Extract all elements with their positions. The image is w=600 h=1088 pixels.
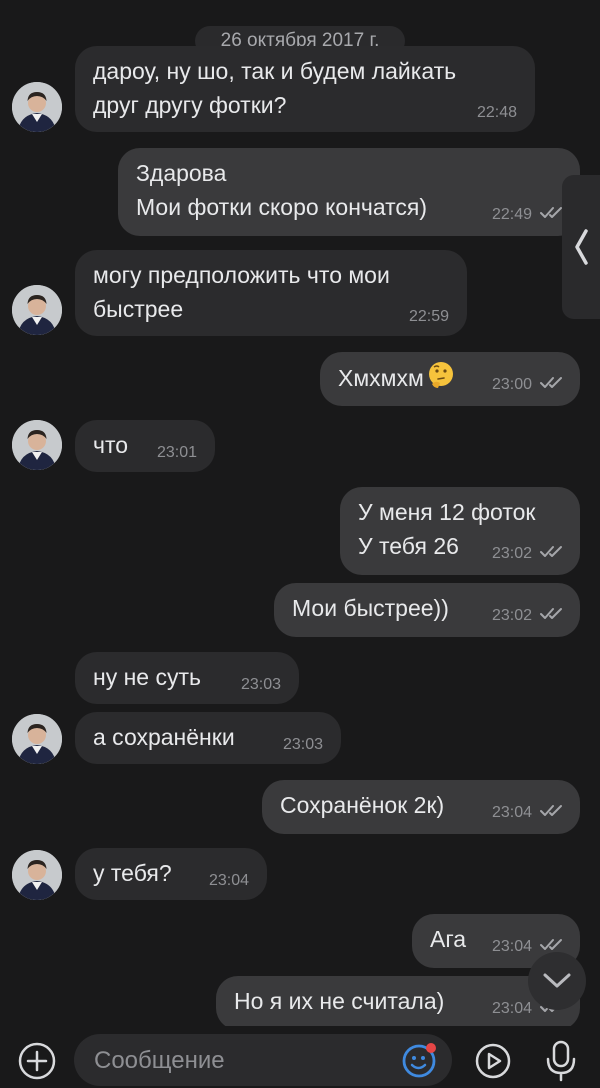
message-text: ну не суть bbox=[93, 664, 201, 690]
message-text: могу предположить что мои быстрее bbox=[93, 262, 390, 322]
message-meta: 23:03 bbox=[241, 674, 281, 696]
message-text: Хмхмхм bbox=[338, 365, 424, 391]
message-incoming[interactable]: могу предположить что мои быстрее 22:59 bbox=[75, 250, 467, 336]
message-incoming[interactable]: дароу, ну шо, так и будем лайкать друг д… bbox=[75, 46, 535, 132]
message-time: 23:00 bbox=[491, 376, 532, 393]
message-incoming[interactable]: а сохранёнки 23:03 bbox=[75, 712, 341, 764]
avatar[interactable] bbox=[12, 82, 62, 132]
message-text: Ага bbox=[430, 926, 467, 952]
message-outgoing[interactable]: У меня 12 фоток У тебя 26 23:02 bbox=[340, 487, 580, 575]
sticker-button[interactable] bbox=[400, 1040, 440, 1080]
message-time: 22:59 bbox=[408, 308, 449, 325]
message-incoming[interactable]: что 23:01 bbox=[75, 420, 215, 472]
message-input[interactable] bbox=[92, 1034, 396, 1088]
microphone-icon bbox=[546, 1040, 576, 1082]
message-meta: 22:49 bbox=[492, 204, 564, 226]
chevron-left-icon bbox=[575, 229, 588, 265]
message-meta: 22:59 bbox=[409, 306, 449, 328]
message-meta: 23:00 bbox=[492, 374, 564, 396]
message-text: Но я их не считала) bbox=[234, 988, 445, 1014]
message-time: 22:49 bbox=[491, 206, 532, 223]
avatar[interactable] bbox=[12, 285, 62, 335]
play-circle-icon bbox=[475, 1043, 511, 1079]
message-meta: 23:04 bbox=[209, 870, 249, 892]
message-text: дароу, ну шо, так и будем лайкать друг д… bbox=[93, 58, 457, 118]
message-text: что bbox=[93, 432, 129, 458]
message-meta: 23:01 bbox=[157, 442, 197, 464]
message-outgoing[interactable]: Сохранёнок 2к) 23:04 bbox=[262, 780, 580, 834]
media-button[interactable] bbox=[472, 1040, 514, 1082]
message-time: 23:02 bbox=[491, 545, 532, 562]
message-outgoing[interactable]: Здарова Мои фотки скоро кончатся) 22:49 bbox=[118, 148, 580, 236]
message-incoming[interactable]: у тебя? 23:04 bbox=[75, 848, 267, 900]
message-text: Мои быстрее)) bbox=[292, 595, 449, 621]
message-time: 22:48 bbox=[476, 104, 517, 121]
message-outgoing[interactable]: Хмхмхм 23:00 bbox=[320, 352, 580, 406]
message-input-bar bbox=[0, 1026, 600, 1088]
message-time: 23:03 bbox=[282, 736, 323, 753]
message-meta: 23:02 bbox=[492, 605, 564, 627]
chat-history[interactable]: 26 октября 2017 г. дароу, ну шо, так и б… bbox=[0, 0, 600, 1026]
message-time: 23:02 bbox=[491, 607, 532, 624]
plus-circle-icon bbox=[18, 1042, 56, 1080]
message-time: 23:04 bbox=[208, 872, 249, 889]
thinking-face-icon bbox=[426, 360, 456, 399]
message-incoming[interactable]: ну не суть 23:03 bbox=[75, 652, 299, 704]
avatar[interactable] bbox=[12, 714, 62, 764]
message-time: 23:04 bbox=[491, 804, 532, 821]
message-outgoing[interactable]: Но я их не считала) 23:04 bbox=[216, 976, 580, 1026]
message-meta: 22:48 bbox=[477, 102, 517, 124]
message-time: 23:04 bbox=[491, 938, 532, 955]
message-outgoing[interactable]: Мои быстрее)) 23:02 bbox=[274, 583, 580, 637]
message-time: 23:03 bbox=[240, 676, 281, 693]
message-text: у тебя? bbox=[93, 860, 172, 886]
attach-button[interactable] bbox=[16, 1040, 58, 1082]
chevron-down-icon bbox=[543, 973, 571, 988]
message-meta: 23:04 bbox=[492, 802, 564, 824]
read-checkmarks-icon bbox=[540, 802, 564, 824]
message-field[interactable] bbox=[74, 1034, 452, 1088]
side-panel-toggle[interactable] bbox=[562, 175, 600, 319]
avatar[interactable] bbox=[12, 850, 62, 900]
message-text: а сохранёнки bbox=[93, 724, 235, 750]
read-checkmarks-icon bbox=[540, 605, 564, 627]
scroll-down-button[interactable] bbox=[528, 952, 586, 1010]
avatar[interactable] bbox=[12, 420, 62, 470]
emoji-sticker-icon bbox=[402, 1043, 436, 1078]
message-text: Здарова Мои фотки скоро кончатся) bbox=[136, 160, 428, 220]
message-text: Сохранёнок 2к) bbox=[280, 792, 445, 818]
voice-button[interactable] bbox=[540, 1038, 582, 1084]
message-meta: 23:03 bbox=[283, 734, 323, 756]
message-time: 23:04 bbox=[491, 1000, 532, 1017]
read-checkmarks-icon bbox=[540, 374, 564, 396]
read-checkmarks-icon bbox=[540, 543, 564, 565]
read-checkmarks-icon bbox=[540, 204, 564, 226]
message-time: 23:01 bbox=[156, 444, 197, 461]
message-meta: 23:02 bbox=[492, 543, 564, 565]
